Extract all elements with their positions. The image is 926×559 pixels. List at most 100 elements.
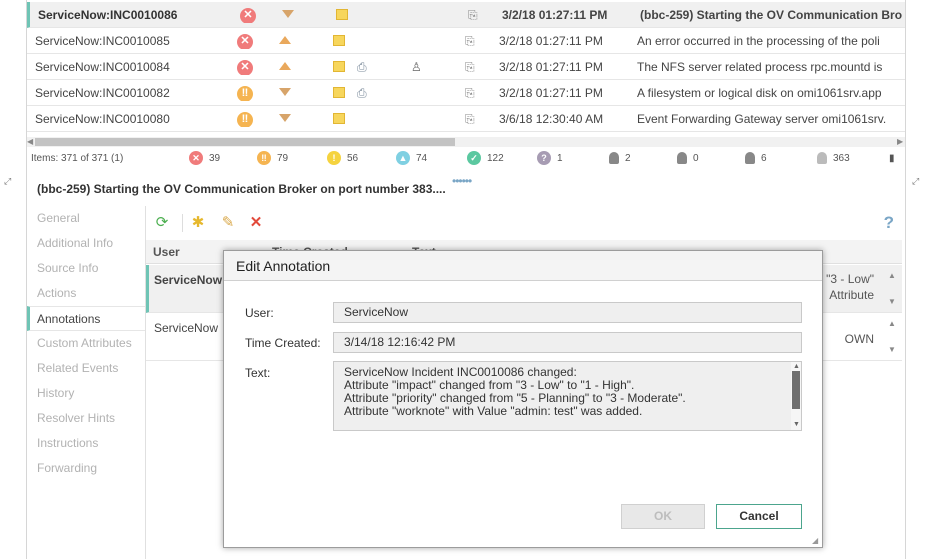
scrollbar-thumb[interactable] — [35, 138, 455, 146]
minor-count[interactable]: ! 56 — [327, 151, 358, 165]
critical-count[interactable]: ✕ 39 — [189, 151, 220, 165]
event-name: ServiceNow:INC0010086 — [38, 7, 178, 22]
row-scroll-up-icon[interactable]: ▲ — [888, 271, 896, 280]
ok-button[interactable]: OK — [621, 504, 705, 529]
event-row[interactable]: ServiceNow:INC0010085 ✕ ⎘ 3/2/18 01:27:11 P… — [27, 28, 905, 54]
expand-right-icon[interactable]: ⤢ — [912, 176, 919, 187]
nav-item-source-info[interactable]: Source Info — [27, 256, 145, 281]
scroll-right-icon[interactable]: ▶ — [897, 137, 905, 147]
severity-major-icon: ‼ — [237, 111, 253, 127]
refresh-icon[interactable]: ⟳ — [154, 215, 170, 231]
scroll-up-icon[interactable]: ▲ — [793, 363, 800, 371]
new-annotation-icon[interactable]: ✱ — [190, 215, 206, 231]
annotations-toolbar: ⟳ ✱ ✎ ✕ ? — [146, 206, 906, 240]
row-scroll-up-icon[interactable]: ▲ — [888, 319, 896, 328]
warning-icon: ▲ — [396, 151, 410, 165]
nav-item-actions[interactable]: Actions — [27, 281, 145, 306]
event-row[interactable]: ServiceNow:INC0010080 ‼ ⎘ 3/6/18 12:30:40 A… — [27, 106, 905, 132]
event-description: The NFS server related process rpc.mount… — [637, 59, 883, 74]
major-count[interactable]: ‼ 79 — [257, 151, 288, 165]
time-created-field: 3/14/18 12:16:42 PM — [333, 332, 802, 353]
event-time: 3/2/18 01:27:11 PM — [499, 59, 603, 74]
annotation-icon — [333, 113, 345, 125]
nav-item-instructions[interactable]: Instructions — [27, 431, 145, 456]
event-time: 3/2/18 01:27:11 PM — [499, 33, 603, 48]
status-bar: Items: 371 of 371 (1) ✕ 39 ‼ 79 ! 56 ▲ 7… — [27, 149, 905, 167]
annotation-icon — [333, 61, 345, 73]
event-name: ServiceNow:INC0010084 — [35, 59, 170, 74]
scroll-down-icon[interactable]: ▼ — [793, 421, 800, 429]
resize-grip-icon[interactable]: ◢ — [812, 537, 820, 545]
related-event-icon: ⎙ — [357, 86, 367, 100]
annotation-text-area[interactable]: ServiceNow Incident INC0010086 changed: … — [333, 361, 802, 431]
column-user[interactable]: User — [153, 245, 180, 259]
nav-item-history[interactable]: History — [27, 381, 145, 406]
annotation-icon — [333, 87, 345, 99]
event-name: ServiceNow:INC0010080 — [35, 111, 170, 126]
normal-icon: ✓ — [467, 151, 481, 165]
assigned-others-count[interactable]: 6 — [745, 152, 767, 164]
dialog-title[interactable]: Edit Annotation — [224, 251, 822, 281]
delete-icon[interactable]: ✕ — [248, 215, 264, 231]
annotation-icon — [336, 9, 348, 21]
event-row[interactable]: ServiceNow:INC0010082 ‼ ⎘ 3/2/18 01:27:11 P… — [27, 80, 905, 106]
related-event-icon: ⎙ — [357, 60, 367, 74]
tool-icon: ⎘ — [468, 8, 478, 22]
unknown-count[interactable]: ? 1 — [537, 151, 563, 165]
event-row[interactable]: ServiceNow:INC0010084 ✕ ⎘ 3/2/18 01:27:11 P… — [27, 54, 905, 80]
text-area-scrollbar[interactable]: ▲ ▼ — [791, 362, 801, 430]
cancel-button[interactable]: Cancel — [716, 504, 802, 529]
minor-icon: ! — [327, 151, 341, 165]
user-label: User: — [245, 306, 274, 320]
row-scroll-down-icon[interactable]: ▼ — [888, 345, 896, 354]
annotation-user: ServiceNow — [154, 321, 219, 335]
severity-critical-icon: ✕ — [237, 33, 253, 49]
event-row[interactable]: ServiceNow:INC0010086 ✕ ⎘ 3/2/18 01:27:11 P… — [27, 2, 905, 28]
annotation-icon — [333, 35, 345, 47]
nav-item-annotations[interactable]: Annotations — [27, 306, 145, 331]
assigned-to-me-count[interactable]: 2 — [609, 152, 631, 164]
priority-up-icon — [279, 36, 291, 48]
horizontal-scrollbar[interactable]: ◀ ▶ — [27, 137, 905, 147]
help-icon[interactable]: ? — [884, 213, 894, 233]
warning-count[interactable]: ▲ 74 — [396, 151, 427, 165]
nav-item-related-events[interactable]: Related Events — [27, 356, 145, 381]
user-icon — [609, 152, 619, 164]
scroll-left-icon[interactable]: ◀ — [27, 137, 35, 147]
text-area-scroll-thumb[interactable] — [792, 371, 800, 409]
unassigned-count[interactable]: 363 — [817, 152, 850, 164]
row-scroll-down-icon[interactable]: ▼ — [888, 297, 896, 306]
unknown-icon: ? — [537, 151, 551, 165]
event-time: 3/6/18 12:30:40 AM — [499, 111, 604, 126]
normal-count[interactable]: ✓ 122 — [467, 151, 504, 165]
time-created-label: Time Created: — [245, 336, 321, 350]
event-description: Event Forwarding Gateway server omi1061s… — [637, 111, 887, 126]
tool-icon: ⎘ — [465, 86, 475, 100]
nav-item-general[interactable]: General — [27, 206, 145, 231]
assigned-group-count[interactable]: 0 — [677, 152, 699, 164]
annotation-text-preview: OWN — [844, 332, 874, 346]
event-detail-title: (bbc-259) Starting the OV Communication … — [37, 182, 446, 196]
severity-critical-icon: ✕ — [240, 7, 256, 23]
event-description: A filesystem or logical disk on omi1061s… — [637, 85, 882, 100]
priority-down-icon — [279, 88, 291, 100]
tool-icon: ⎘ — [465, 34, 475, 48]
more-icon[interactable]: ▮ — [889, 153, 895, 164]
event-description: (bbc-259) Starting the OV Communication … — [640, 7, 903, 22]
event-time: 3/2/18 01:27:11 PM — [502, 7, 608, 22]
annotation-text-preview: "3 - Low" Attribute — [826, 272, 874, 302]
major-icon: ‼ — [257, 151, 271, 165]
user-field: ServiceNow — [333, 302, 802, 323]
expand-left-icon[interactable]: ⤢ — [4, 176, 11, 187]
user-group-icon — [677, 152, 687, 164]
nav-item-custom-attributes[interactable]: Custom Attributes — [27, 331, 145, 356]
nav-item-resolver-hints[interactable]: Resolver Hints — [27, 406, 145, 431]
nav-item-additional-info[interactable]: Additional Info — [27, 231, 145, 256]
nav-item-forwarding[interactable]: Forwarding — [27, 456, 145, 481]
text-line: Attribute "worknote" with Value "admin: … — [344, 404, 643, 418]
annotation-user: ServiceNow — [154, 273, 223, 287]
tool-icon: ⎘ — [465, 60, 475, 74]
splitter-handle[interactable]: •••••• — [452, 174, 472, 188]
edit-icon[interactable]: ✎ — [220, 215, 236, 231]
severity-critical-icon: ✕ — [237, 59, 253, 75]
